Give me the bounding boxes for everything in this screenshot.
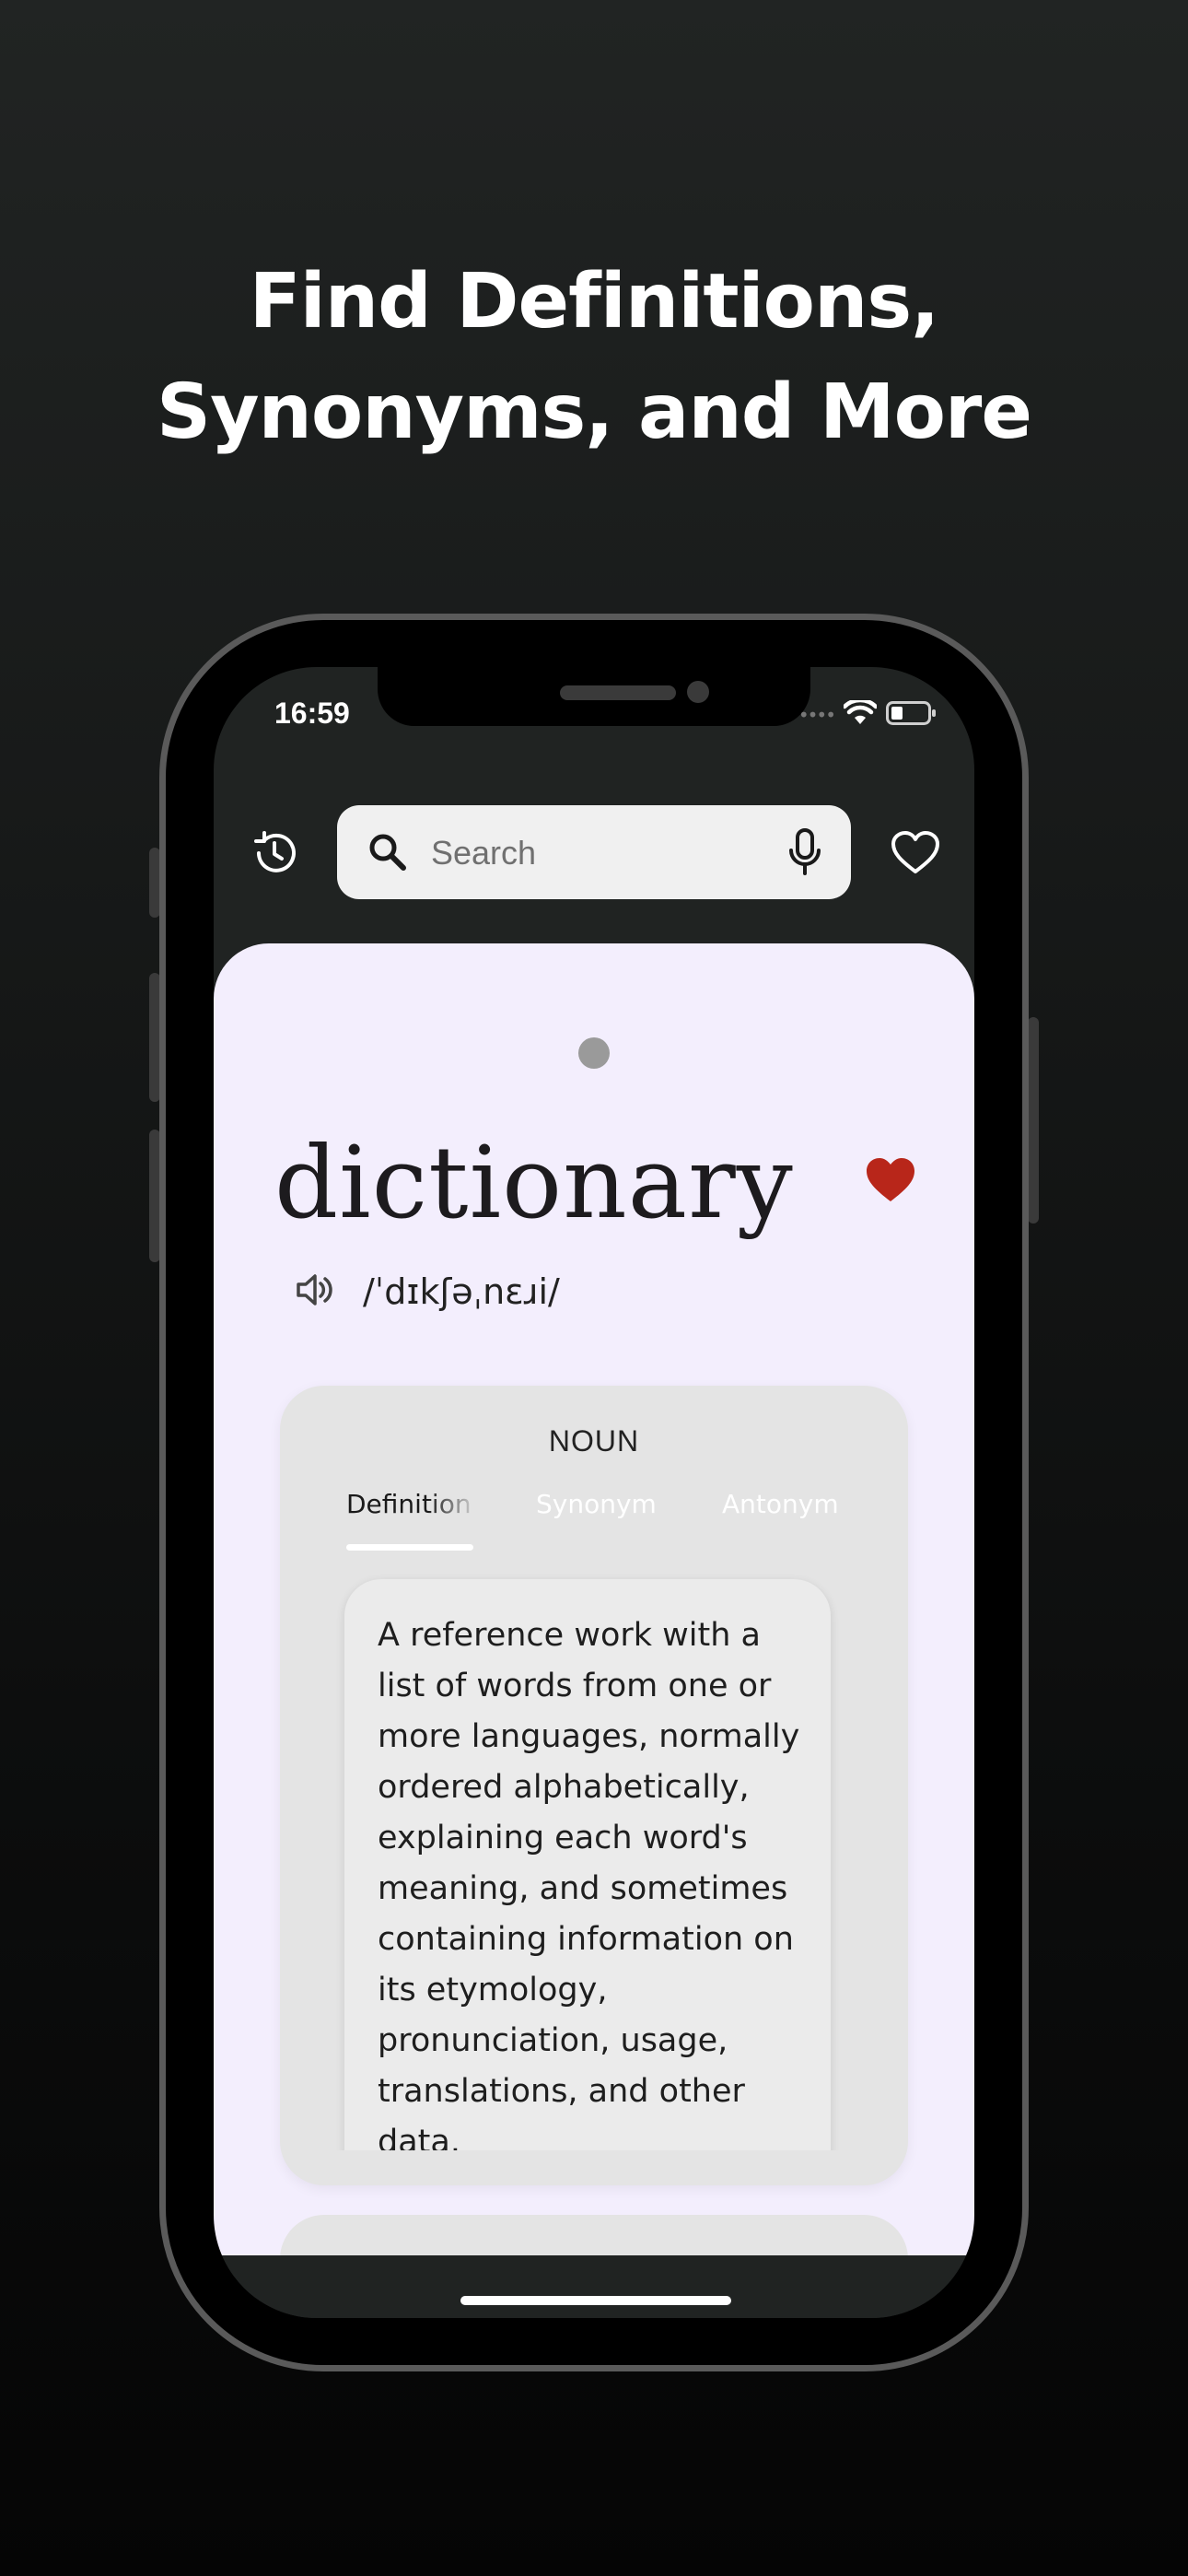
earpiece-speaker	[560, 685, 676, 700]
phonetic-text: /ˈdɪkʃəˌnɛɹi/	[363, 1271, 560, 1312]
wifi-icon	[842, 697, 879, 730]
history-icon[interactable]	[247, 825, 302, 881]
next-meaning-card	[280, 2215, 908, 2255]
favorite-heart-icon[interactable]	[864, 1155, 917, 1209]
definition-card: A reference work with a list of words fr…	[344, 1579, 831, 2150]
tab-indicator	[346, 1544, 473, 1551]
search-bar[interactable]	[337, 805, 851, 899]
pronunciation-row: /ˈdɪkʃəˌnɛɹi/	[295, 1271, 560, 1312]
battery-icon	[886, 700, 938, 730]
part-of-speech: NOUN	[548, 1424, 640, 1458]
speaker-icon[interactable]	[295, 1271, 335, 1312]
microphone-icon[interactable]	[785, 825, 825, 879]
home-indicator[interactable]	[460, 2296, 731, 2305]
phone-power-button	[1028, 1017, 1039, 1224]
tab-fade	[427, 1483, 479, 1528]
search-input[interactable]	[429, 827, 746, 879]
entry-word: dictionary	[274, 1126, 794, 1241]
tab-synonym[interactable]: Synonym	[536, 1489, 657, 1519]
bottom-bar	[214, 2255, 974, 2318]
meaning-card-content: NOUN Definition Synonym Antonym A refere…	[280, 1386, 908, 2150]
status-icons: ••••	[798, 697, 938, 730]
headline: Find Definitions, Synonyms, and More	[0, 247, 1188, 468]
front-camera	[687, 681, 709, 703]
notch	[378, 667, 810, 726]
definition-text: A reference work with a list of words fr…	[378, 1617, 800, 2150]
meaning-card: NOUN Definition Synonym Antonym A refere…	[280, 1386, 908, 2185]
heart-outline-icon[interactable]	[888, 825, 943, 881]
headline-line-2: Synonyms, and More	[157, 369, 1032, 456]
status-time: 16:59	[274, 697, 350, 730]
sheet-handle[interactable]	[578, 1037, 610, 1069]
signal-dots-icon: ••••	[798, 704, 836, 726]
tab-antonym[interactable]: Antonym	[722, 1489, 839, 1519]
search-icon	[365, 829, 411, 875]
word-sheet: dictionary /ˈdɪkʃəˌnɛɹi/ NOUN Definition	[214, 943, 974, 2255]
app-screen: 16:59 •••• Search dictionary /ˈdɪkʃəˌnɛɹ…	[214, 667, 974, 2318]
headline-line-1: Find Definitions,	[249, 258, 940, 345]
